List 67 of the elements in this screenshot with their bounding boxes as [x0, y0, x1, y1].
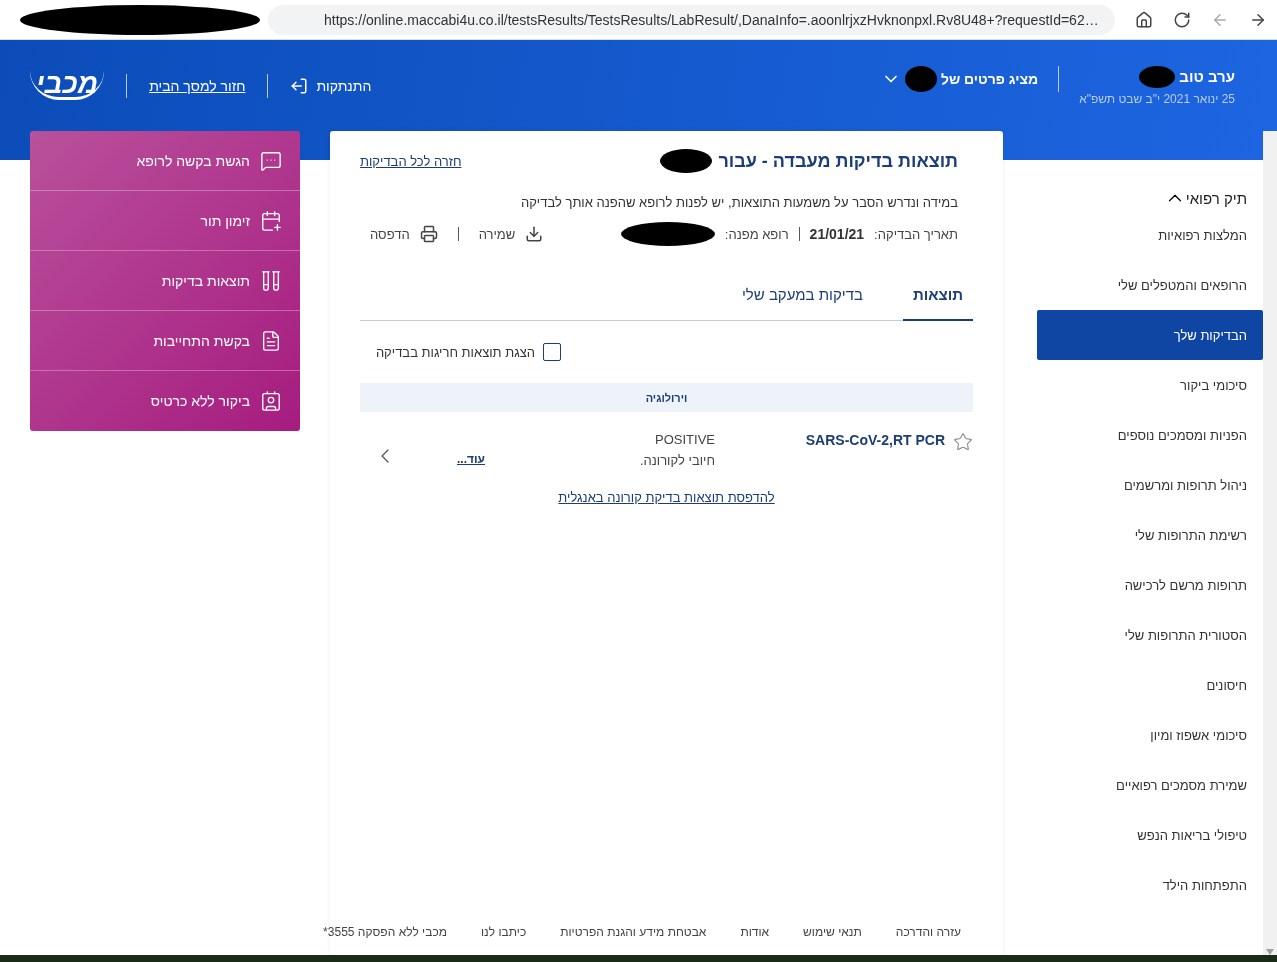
save-button[interactable]: שמירה: [468, 225, 554, 243]
test-name: SARS-CoV-2,RT PCR: [804, 432, 945, 448]
logout-button[interactable]: התנתקות: [290, 76, 372, 95]
quick-action-item[interactable]: הגשת בקשה לרופא: [30, 131, 300, 191]
sidebar-item[interactable]: תרופות מרשם לרכישה: [1037, 560, 1263, 610]
sidebar-item[interactable]: המלצות רפואיות: [1037, 210, 1263, 260]
quick-action-item[interactable]: ביקור ללא כרטיס: [30, 371, 300, 431]
url-text: https://online.maccabi4u.co.il/testsResults/TestsResults/LabResult/,DanaInfo=.aoonlrjxzHvknonpxl.Rv8U48+?requestId=62…: [324, 11, 1099, 28]
quick-action-item[interactable]: זימון תור: [30, 191, 300, 251]
viewing-label: מציג פרטים של: [940, 70, 1039, 87]
footer-link[interactable]: כיתבו לנו: [480, 925, 527, 939]
result-value: POSITIVE: [654, 432, 715, 447]
redaction-mark: [660, 149, 713, 173]
date-label: תאריך הבדיקה:: [874, 226, 958, 242]
sidebar-item[interactable]: טיפולי בריאות הנפש: [1037, 810, 1263, 860]
document-icon: [260, 329, 282, 352]
back-link[interactable]: חזרה לכל הבדיקות: [360, 153, 462, 169]
footer-link[interactable]: עזרה והדרכה: [895, 925, 961, 939]
section-title: וירולוגיה: [645, 391, 688, 404]
redaction-mark: [1139, 65, 1176, 88]
doctor-label: רופא מפנה:: [724, 226, 789, 242]
date-text: 25 ינואר 2021 י"ב שבט תשפ"א: [1079, 91, 1235, 106]
notice-text: במידה ונדרש הסבר על משמעות התוצאות, יש לפנות לרופא שהפנה אותך לבדיקה: [519, 195, 958, 210]
sidebar-item[interactable]: התפתחות הילד: [1037, 860, 1263, 910]
result-note: חיובי לקורונה.: [638, 453, 715, 468]
quick-action-item[interactable]: תוצאות בדיקות: [30, 251, 300, 311]
logout-icon: [290, 76, 309, 95]
test-tubes-icon: [260, 269, 282, 292]
redaction-mark: [904, 65, 937, 92]
sidebar-item[interactable]: הפניות ומסמכים נוספים: [1037, 410, 1263, 460]
home-link[interactable]: חזור למסך הבית: [149, 77, 246, 94]
sidebar-item[interactable]: הרופאים והמטפלים שלי: [1037, 260, 1263, 310]
test-date: 21/01/21: [809, 226, 865, 242]
greeting-text: ערב טוב: [1179, 68, 1235, 85]
checkbox-label: הצגת תוצאות חריגות בבדיקה: [375, 344, 535, 360]
checkbox[interactable]: [543, 343, 561, 361]
calendar-plus-icon: [260, 209, 282, 232]
home-icon[interactable]: [1135, 10, 1153, 29]
sidebar-item[interactable]: הבדיקות שלך: [1037, 310, 1263, 360]
sidebar-item[interactable]: ניהול תרופות ומרשמים: [1037, 460, 1263, 510]
sidebar-item[interactable]: סיכומי אשפוז ומיון: [1037, 710, 1263, 760]
sidebar-item[interactable]: סיכומי ביקור: [1037, 360, 1263, 410]
footer-link[interactable]: אבטחת מידע והגנת הפרטיות: [560, 925, 707, 939]
download-icon: [525, 225, 544, 243]
printer-icon: [419, 225, 438, 243]
english-print-link[interactable]: להדפסת תוצאות בדיקת קורונה באנגלית: [558, 490, 775, 505]
scrollbar[interactable]: [1263, 131, 1277, 955]
tab[interactable]: תוצאות: [903, 276, 973, 321]
quick-action-item[interactable]: בקשת התחייבות: [30, 311, 300, 371]
footer-link[interactable]: תנאי שימוש: [803, 925, 862, 939]
tab[interactable]: בדיקות במעקב שלי: [731, 276, 874, 321]
footer-link[interactable]: אודות: [740, 925, 770, 939]
print-button[interactable]: הדפסה: [360, 225, 448, 243]
star-icon[interactable]: [953, 432, 973, 452]
chat-bubble-icon: [260, 149, 282, 172]
address-bar[interactable]: https://online.maccabi4u.co.il/testsResults/TestsResults/LabResult/,DanaInfo=.aoonlrjxzHvknonpxl.Rv8U48+?requestId=62…: [268, 4, 1115, 35]
sidebar-item[interactable]: חיסונים: [1037, 660, 1263, 710]
contact-card-icon: [260, 390, 282, 412]
more-link[interactable]: עוד...: [456, 452, 485, 466]
footer-link[interactable]: מכבי ללא הפסקה 3555*: [323, 925, 447, 939]
sidebar-item[interactable]: שמירת מסמכים רפואיים: [1037, 760, 1263, 810]
page-title: תוצאות בדיקות מעבדה - עבור: [718, 150, 958, 172]
reload-icon[interactable]: [1173, 10, 1191, 29]
logo[interactable]: מכבי: [30, 71, 105, 100]
sidebar-title: תיק רפואי: [1185, 189, 1247, 207]
sidebar-item[interactable]: הסטורית התרופות שלי: [1037, 610, 1263, 660]
sidebar-item[interactable]: רשימת התרופות שלי: [1037, 510, 1263, 560]
